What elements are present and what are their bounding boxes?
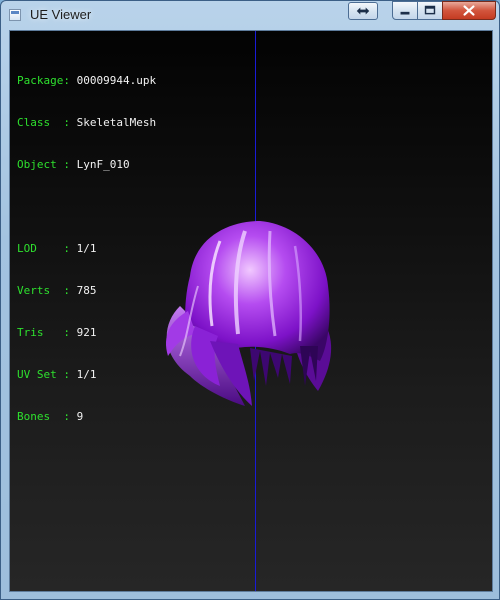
info-row-tris: Tris : 921 [17,326,97,339]
info-row-class: Class : SkeletalMesh [17,116,157,129]
info-row-lod: LOD : 1/1 [17,242,97,255]
caption-buttons [392,1,496,20]
window-title: UE Viewer [30,7,92,22]
info-row-uvset: UV Set : 1/1 [17,368,97,381]
info-row-object: Object : LynF_010 [17,158,130,171]
info-row-verts: Verts : 785 [17,284,97,297]
mesh-info-panel: Package: 00009944.upk Class : SkeletalMe… [17,46,156,452]
minimize-button[interactable] [392,1,418,20]
minimize-icon [400,11,410,15]
swap-arrows-icon [356,7,370,15]
close-icon [463,5,475,16]
3d-viewport[interactable]: Package: 00009944.upk Class : SkeletalMe… [9,30,493,592]
swap-button[interactable] [348,2,378,20]
close-button[interactable] [442,1,496,20]
hair-mesh-model[interactable] [150,216,340,416]
info-row-package: Package: 00009944.upk [17,74,157,87]
title-bar[interactable]: UE Viewer [1,1,499,29]
app-window-icon [9,9,21,21]
app-window: UE Viewer Package: 00009944.upk Class: … [0,0,500,600]
maximize-button[interactable] [417,1,443,20]
info-row-bones: Bones : 9 [17,410,84,423]
maximize-icon [424,5,436,15]
